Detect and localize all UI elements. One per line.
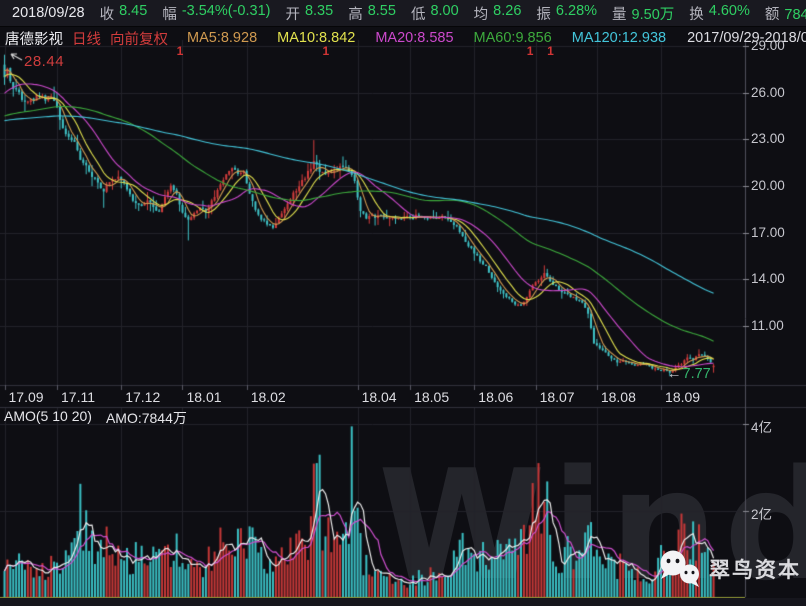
quote-field-value: 7844万: [784, 6, 806, 23]
ma-legend-item-3: MA60:9.856: [473, 30, 552, 46]
amount-tick-2: 2亿: [751, 506, 773, 522]
ma-legend-item-4: MA120:12.938: [571, 30, 667, 46]
left-arrow-icon: ←: [667, 366, 682, 382]
bottom-strip: [0, 598, 806, 606]
amo-indicator-label: AMO(5 10 20) AMO:7844万: [4, 408, 187, 428]
quote-field-value: 9.50万: [631, 6, 675, 23]
ma-legend-item-0: MA5:8.928: [187, 30, 258, 46]
quote-field-label: 开: [285, 6, 300, 23]
low-price-annotation: ←7.77: [667, 366, 711, 382]
quote-date: 2018/09/28: [12, 5, 85, 21]
price-tick-23.00: 23.00: [751, 131, 785, 147]
event-marker-1[interactable]: 1: [322, 44, 329, 58]
price-tick-20.00: 20.00: [751, 178, 785, 193]
quote-field-收: 收 8.45: [100, 3, 148, 24]
ma-legend-item-2: MA20:8.585: [375, 30, 454, 46]
date-tick-17.12: 17.12: [125, 389, 161, 405]
quote-field-额: 额7844万: [765, 3, 806, 24]
quote-field-label: 低: [410, 6, 426, 23]
quote-field-value: 6.28%: [555, 2, 598, 19]
period-selector[interactable]: 日线: [72, 28, 101, 49]
date-tick-17.11: 17.11: [61, 389, 96, 405]
date-tick-17.09: 17.09: [8, 389, 44, 405]
quote-field-value: 4.60%: [708, 2, 750, 19]
adjust-mode-selector[interactable]: 向前复权: [110, 28, 168, 49]
date-tick-18.09: 18.09: [665, 389, 701, 405]
quote-field-label: 换: [689, 6, 704, 23]
quote-field-label: 高: [348, 6, 363, 23]
security-name: 唐德影视: [5, 31, 63, 48]
legend-bar: 唐德影视 日线 向前复权 MA5:8.928 MA10:8.842 MA20:8.5…: [0, 27, 806, 49]
price-volume-chart-canvas[interactable]: [0, 0, 806, 606]
quote-field-label: 均: [473, 6, 489, 23]
event-marker-2[interactable]: 1: [527, 44, 534, 58]
wind-stock-terminal-screen: Wind 2018/09/28 收8.45幅-3.54%(-0.31)开8.35…: [0, 0, 806, 606]
quote-field-低: 低 8.00: [411, 3, 459, 24]
quote-field-label: 振: [536, 6, 551, 23]
price-tick-11.00: 11.00: [751, 318, 784, 333]
date-tick-18.04: 18.04: [361, 389, 397, 405]
price-tick-17.00: 17.00: [751, 224, 785, 240]
amo-params: AMO(5 10 20): [4, 408, 92, 424]
quote-field-幅: 幅 -3.54%(-0.31): [162, 3, 270, 24]
amount-tick-4: 4亿: [751, 420, 773, 436]
date-tick-18.07: 18.07: [539, 389, 575, 405]
quote-field-振: 振 6.28%: [536, 3, 597, 24]
high-price-annotation: 28.44: [24, 53, 65, 70]
date-tick-18.05: 18.05: [414, 389, 450, 405]
quote-fields: 收 8.45 幅 -3.54%(-0.31) 开 8.35 高 8.55 低 8.00 均 8.26 振…: [100, 3, 806, 24]
quote-field-label: 收: [99, 6, 115, 23]
quote-field-value: 8.35: [304, 2, 334, 19]
price-tick-29.00: 29.00: [751, 38, 785, 53]
quote-field-量: 量 9.50万: [612, 3, 674, 24]
quote-field-均: 均 8.26: [474, 3, 522, 24]
quote-field-label: 额: [764, 6, 780, 23]
ma-legend-item-1: MA10:8.842: [277, 30, 356, 46]
quote-field-value: 8.00: [430, 2, 459, 19]
event-marker-0[interactable]: 1: [177, 44, 184, 58]
quote-field-value: 8.55: [367, 2, 396, 19]
quote-field-换: 换 4.60%: [689, 3, 750, 24]
date-tick-18.01: 18.01: [186, 389, 222, 405]
quote-field-label: 幅: [162, 6, 177, 23]
logo-text: 翠鸟资本: [709, 559, 801, 582]
wechat-bubbles-icon: [660, 550, 699, 587]
ma-legend: MA5:8.928 MA10:8.842 MA20:8.585 MA60:9.856 M…: [187, 30, 666, 46]
quote-field-value: -3.54%(-0.31): [181, 2, 271, 19]
quote-field-开: 开 8.35: [285, 3, 333, 24]
event-marker-3[interactable]: 1: [547, 44, 554, 58]
amo-current-value: AMO:7844万: [105, 410, 187, 426]
price-tick-14.00: 14.00: [751, 271, 785, 287]
date-tick-18.08: 18.08: [600, 389, 636, 405]
date-tick-18.06: 18.06: [478, 389, 514, 405]
quote-field-高: 高 8.55: [348, 3, 396, 24]
date-tick-18.02: 18.02: [250, 389, 286, 405]
date-range: 2017/09/29-2018/0...: [687, 30, 806, 46]
price-tick-26.00: 26.00: [751, 84, 785, 100]
quote-bar: 2018/09/28 收 8.45 幅 -3.54%(-0.31) 开 8.35 高 8.55…: [0, 0, 806, 27]
quote-field-value: 8.45: [119, 2, 148, 19]
quote-field-label: 量: [612, 6, 627, 23]
quote-field-value: 8.26: [493, 2, 522, 19]
kingfisher-capital-logo: 翠鸟资本: [658, 549, 801, 589]
